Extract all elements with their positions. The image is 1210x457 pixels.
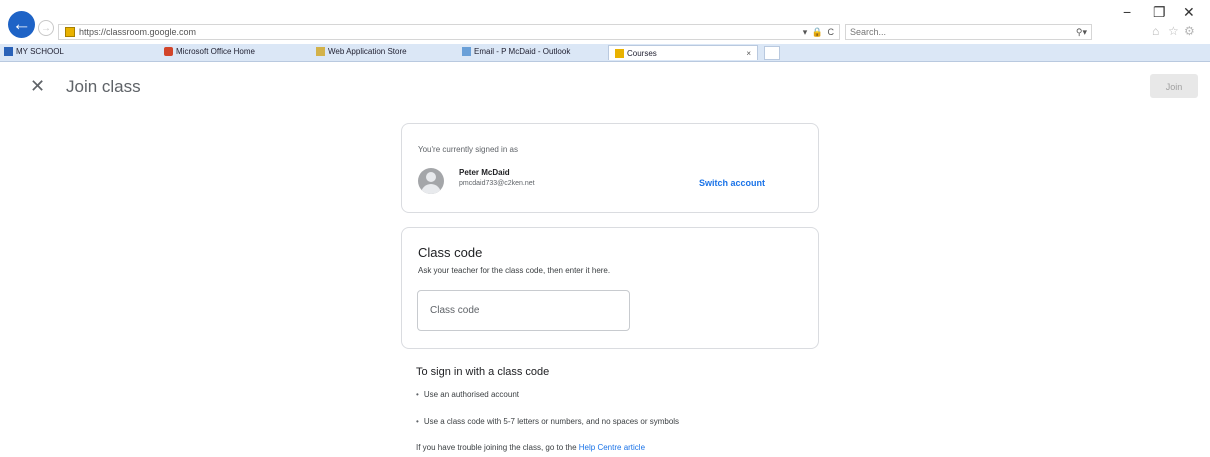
favorite-my-school[interactable]: MY SCHOOL — [4, 46, 64, 58]
browser-search-input[interactable] — [850, 25, 1050, 39]
address-controls[interactable]: ▾ 🔒 C — [803, 25, 835, 39]
info-bullet: • Use a class code with 5-7 letters or nu… — [416, 417, 680, 426]
class-code-title: Class code — [418, 245, 483, 260]
info-bullet: • Use an authorised account — [416, 390, 519, 399]
class-code-description: Ask your teacher for the class code, the… — [418, 266, 611, 275]
restore-button[interactable]: ❐ — [1153, 4, 1166, 21]
gear-icon[interactable]: ⚙ — [1184, 24, 1195, 38]
browser-toolbar: ← → https://classroom.google.com ▾ 🔒 C ⚲… — [0, 0, 1210, 44]
site-favicon-icon — [65, 27, 75, 37]
help-line: If you have trouble joining the class, g… — [416, 443, 646, 452]
favorite-web-store[interactable]: Web Application Store — [316, 46, 407, 58]
bullet-dot-icon: • — [416, 417, 419, 426]
info-title: To sign in with a class code — [416, 366, 550, 378]
outlook-icon — [462, 47, 471, 57]
address-url[interactable]: https://classroom.google.com — [79, 25, 196, 39]
back-button[interactable]: ← — [8, 11, 35, 38]
avatar-body — [421, 184, 441, 194]
address-bar[interactable]: https://classroom.google.com ▾ 🔒 C — [58, 24, 840, 40]
web-store-icon — [316, 47, 325, 57]
search-icon[interactable]: ⚲▾ — [1076, 25, 1087, 39]
class-code-input[interactable] — [417, 290, 630, 331]
tab-courses[interactable]: Courses × — [608, 45, 758, 60]
close-tab-icon[interactable]: × — [746, 46, 751, 61]
join-button[interactable]: Join — [1150, 74, 1198, 98]
close-icon[interactable]: ✕ — [30, 76, 45, 96]
signed-in-label: You're currently signed in as — [418, 145, 518, 154]
avatar — [418, 168, 444, 194]
minimize-button[interactable]: − — [1123, 4, 1131, 20]
switch-account-button[interactable]: Switch account — [682, 171, 782, 193]
close-window-button[interactable]: ✕ — [1183, 4, 1195, 21]
home-icon[interactable]: ⌂ — [1152, 24, 1159, 38]
forward-button[interactable]: → — [38, 20, 54, 36]
class-code-card: Class code Ask your teacher for the clas… — [401, 227, 819, 349]
account-card: You're currently signed in as Peter McDa… — [401, 123, 819, 213]
help-centre-link[interactable]: Help Centre article — [579, 443, 645, 452]
user-name: Peter McDaid — [459, 168, 510, 177]
courses-favicon-icon — [615, 49, 624, 59]
favorites-bar: MY SCHOOL Microsoft Office Home Web Appl… — [0, 44, 1210, 62]
page-title: Join class — [66, 77, 141, 96]
avatar-head — [426, 172, 436, 182]
app-header: ✕ Join class Join — [0, 62, 1210, 112]
star-icon[interactable]: ☆ — [1168, 24, 1179, 38]
new-tab-button[interactable] — [764, 46, 780, 60]
favorite-office-home[interactable]: Microsoft Office Home — [164, 46, 255, 58]
favorite-outlook[interactable]: Email - P McDaid - Outlook — [462, 46, 570, 58]
bullet-dot-icon: • — [416, 390, 419, 399]
browser-search-box[interactable]: ⚲▾ — [845, 24, 1092, 40]
user-email: pmcdaid733@c2ken.net — [459, 180, 535, 187]
office-icon — [164, 47, 173, 57]
school-icon — [4, 47, 13, 57]
